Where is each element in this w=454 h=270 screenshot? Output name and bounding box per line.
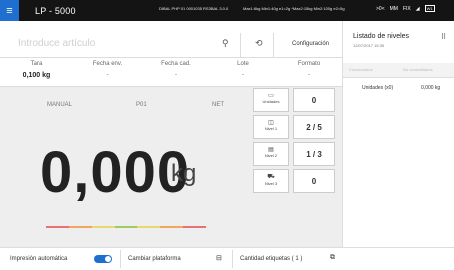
field-label: Formato bbox=[297, 61, 321, 67]
level-units-value: 0 bbox=[293, 88, 335, 112]
field-fecha-env[interactable]: Fecha env. - bbox=[73, 58, 142, 86]
divider bbox=[240, 33, 241, 57]
bottom-bar: Impresión automática Cambiar plataforma … bbox=[0, 247, 454, 270]
tab-no-consolidados[interactable]: No consolidados bbox=[403, 67, 433, 72]
level-1-label[interactable]: ◫ Nivel 1 bbox=[253, 115, 289, 139]
weight-unit: kg bbox=[171, 160, 197, 187]
field-value: - bbox=[308, 72, 310, 78]
weighing-mode: MANUAL bbox=[47, 102, 73, 108]
search-input[interactable]: Introduce artículo bbox=[18, 38, 95, 49]
top-bar: ≡ LP - 5000 DIBAL PHP 01 0001035 RS3BAL … bbox=[0, 0, 454, 21]
units-value: 0,000 kg bbox=[421, 85, 441, 91]
stability-bar bbox=[46, 226, 207, 228]
platform-icon[interactable]: ⊟ bbox=[216, 254, 222, 262]
range-info: Max1:6kg Min1:40g e1=2g *Max2:15kg Min2:… bbox=[243, 6, 345, 11]
hamburger-icon: ≡ bbox=[6, 4, 13, 17]
platform-label: P01 bbox=[136, 102, 147, 108]
level-units-label[interactable]: ▭ Unidades bbox=[253, 88, 289, 112]
app-title: LP - 5000 bbox=[35, 5, 76, 16]
auto-print-toggle[interactable] bbox=[94, 255, 112, 263]
level-3-value: 0 bbox=[293, 169, 335, 193]
level-label: Nivel 3 bbox=[264, 181, 278, 186]
package-icon: ◫ bbox=[268, 120, 274, 126]
scale-badge: W1 bbox=[424, 5, 435, 12]
level-label: Nivel 1 bbox=[264, 126, 278, 131]
copy-icon[interactable]: ⧉ bbox=[330, 254, 335, 262]
field-formato[interactable]: Formato - bbox=[276, 58, 342, 86]
signal-icon: ◢ bbox=[415, 5, 420, 12]
field-fecha-cad[interactable]: Fecha cad. - bbox=[142, 58, 210, 86]
search-row: Introduce artículo ⚲ ⟲ Configuración bbox=[0, 33, 342, 58]
units-label: Unidades (x0) bbox=[362, 85, 394, 91]
list-item[interactable]: Unidades (x0) 0,000 kg bbox=[343, 81, 454, 95]
divider bbox=[273, 33, 274, 57]
refresh-icon[interactable]: ⟲ bbox=[255, 38, 263, 49]
auto-print-label: Impresión automática bbox=[10, 256, 68, 262]
field-label: Tara bbox=[30, 61, 43, 67]
tab-conservados[interactable]: Conservados bbox=[349, 67, 373, 72]
field-value: - bbox=[242, 72, 244, 78]
levels-panel-date: 12/07/2017 15:35 bbox=[353, 43, 385, 48]
fields-row: Tara 0,100 kg Fecha env. - Fecha cad. - … bbox=[0, 58, 342, 87]
grid-icon[interactable]: ⠿ bbox=[441, 33, 446, 41]
field-label: Lote bbox=[237, 61, 249, 67]
field-value: - bbox=[175, 72, 177, 78]
fix-indicator: FIX bbox=[402, 5, 411, 12]
field-lote[interactable]: Lote - bbox=[210, 58, 276, 86]
truck-icon: ⛟ bbox=[267, 174, 275, 180]
level-2-label[interactable]: ▤ Nivel 2 bbox=[253, 142, 289, 166]
field-label: Fecha env. bbox=[92, 61, 123, 67]
weight-type: NET bbox=[212, 102, 224, 108]
field-value: 0,100 kg bbox=[22, 72, 51, 79]
level-grid: ▭ Unidades 0 ◫ Nivel 1 2 / 5 ▤ Nivel 2 1… bbox=[253, 88, 339, 194]
search-icon[interactable]: ⚲ bbox=[222, 38, 229, 49]
config-button[interactable]: Configuración bbox=[292, 41, 329, 47]
levels-panel-title: Listado de niveles bbox=[353, 33, 410, 40]
status-indicators: >0< MM FIX ◢ W1 bbox=[376, 5, 435, 12]
menu-button[interactable]: ≡ bbox=[0, 0, 19, 21]
field-value: - bbox=[106, 72, 109, 78]
balance-info: DIBAL PHP 01 0001035 RS3BAL 3.0.0 bbox=[159, 6, 229, 11]
crate-icon: ▤ bbox=[268, 147, 274, 153]
main-panel: Introduce artículo ⚲ ⟲ Configuración Tar… bbox=[0, 21, 342, 269]
weight-display: MANUAL P01 NET 0,000 kg ▭ Unidades 0 ◫ N… bbox=[0, 87, 342, 265]
field-tara[interactable]: Tara 0,100 kg bbox=[0, 58, 73, 86]
level-1-value: 2 / 5 bbox=[293, 115, 335, 139]
divider bbox=[232, 250, 233, 268]
change-platform-button[interactable]: Cambiar plataforma bbox=[128, 256, 181, 262]
zero-indicator: >0< bbox=[376, 5, 385, 12]
label-quantity[interactable]: Cantidad etiquetas ( 1 ) bbox=[240, 256, 302, 262]
mm-indicator: MM bbox=[389, 5, 398, 12]
levels-panel: Listado de niveles 12/07/2017 15:35 ⠿ Co… bbox=[342, 21, 454, 247]
level-2-value: 1 / 3 bbox=[293, 142, 335, 166]
box-icon: ▭ bbox=[268, 93, 274, 99]
levels-tabs: Conservados No consolidados bbox=[343, 63, 454, 78]
divider bbox=[120, 250, 121, 268]
level-label: Nivel 2 bbox=[264, 153, 278, 158]
field-label: Fecha cad. bbox=[161, 61, 191, 67]
level-3-label[interactable]: ⛟ Nivel 3 bbox=[253, 169, 289, 193]
level-label: Unidades bbox=[262, 99, 280, 104]
weight-value: 0,000 bbox=[40, 140, 191, 205]
